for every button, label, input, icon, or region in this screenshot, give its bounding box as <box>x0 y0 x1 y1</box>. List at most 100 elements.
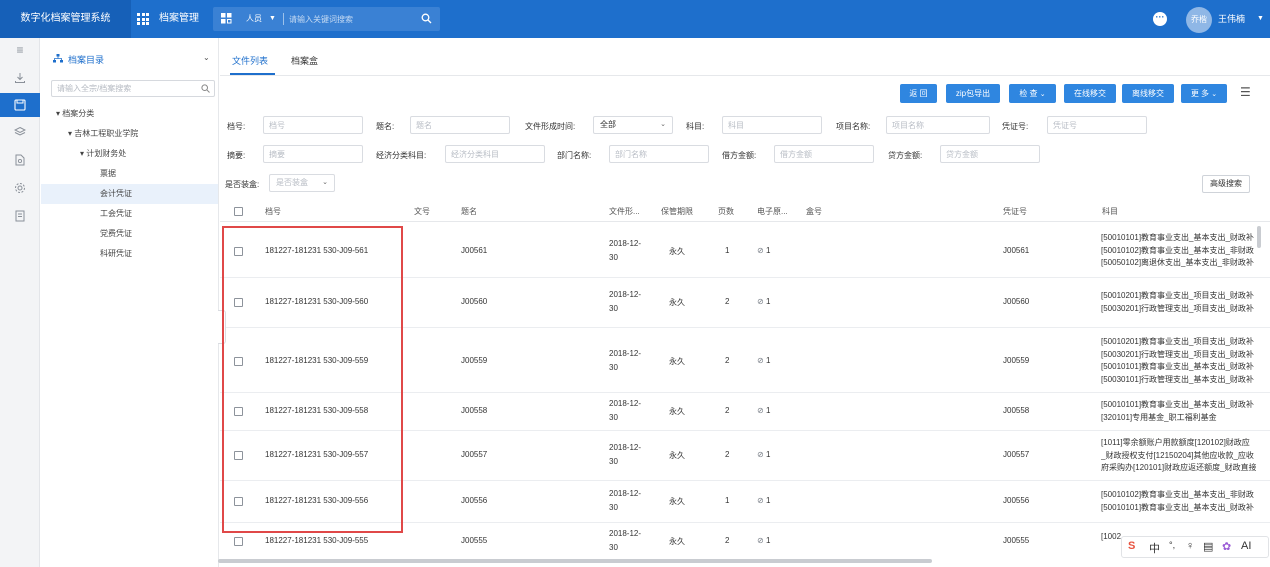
credit-amount-field[interactable] <box>940 145 1040 163</box>
debit-amount-field[interactable] <box>774 145 874 163</box>
tree-node-party-fee-voucher[interactable]: 党费凭证 <box>100 224 132 244</box>
col-doc-no[interactable]: 档号 <box>265 202 281 222</box>
col-retention[interactable]: 保管期限 <box>661 202 693 222</box>
tree-node-college[interactable]: ▾ 吉林工程职业学院 <box>68 124 138 144</box>
row-checkbox[interactable] <box>234 298 243 307</box>
table-row[interactable]: 181227-181231 530-J09-561 J00561 2018-12… <box>220 223 1270 278</box>
col-subject[interactable]: 科目 <box>1102 202 1118 222</box>
col-pages[interactable]: 页数 <box>718 202 734 222</box>
online-transfer-button[interactable]: 在线移交 <box>1064 84 1116 103</box>
attachment-link-icon[interactable]: ⊘ <box>757 246 764 255</box>
panel-splitter-handle[interactable] <box>218 310 226 344</box>
cell-attachment-count: 1 <box>766 406 771 415</box>
skin-icon[interactable]: ✿ <box>1222 540 1231 553</box>
tree-node-accounting-voucher[interactable]: 会计凭证 <box>41 184 218 204</box>
subject-field[interactable] <box>722 116 822 134</box>
doc-no-field[interactable] <box>263 116 363 134</box>
table-row[interactable]: 181227-181231 530-J09-557 J00557 2018-12… <box>220 431 1270 481</box>
tab-archive-box[interactable]: 档案盒 <box>291 54 318 67</box>
table-row[interactable]: 181227-181231 530-J09-559 J00559 2018-12… <box>220 328 1270 393</box>
download-icon[interactable] <box>0 66 40 90</box>
zip-export-button[interactable]: zip包导出 <box>946 84 1000 103</box>
ai-icon[interactable]: AI <box>1241 540 1251 552</box>
return-button[interactable]: 返 回 <box>900 84 937 103</box>
row-checkbox[interactable] <box>234 357 243 366</box>
offline-transfer-button[interactable]: 离线移交 <box>1122 84 1174 103</box>
col-box-no[interactable]: 盒号 <box>806 202 822 222</box>
ime-punctuation-icon[interactable]: °, <box>1169 540 1175 550</box>
attachment-link-icon[interactable]: ⊘ <box>757 536 764 545</box>
archive-save-icon[interactable] <box>0 93 40 117</box>
horizontal-scrollbar[interactable] <box>218 559 932 563</box>
message-icon[interactable]: ··· <box>1153 12 1167 26</box>
advanced-search-button[interactable]: 高级搜索 <box>1202 175 1250 193</box>
chevron-down-icon[interactable]: ⌄ <box>203 53 210 62</box>
col-voucher[interactable]: 凭证号 <box>1003 202 1027 222</box>
tree-node-union-voucher[interactable]: 工会凭证 <box>100 204 132 224</box>
menu-toggle-icon[interactable]: ≡ <box>0 38 40 62</box>
summary-field[interactable] <box>263 145 363 163</box>
tree-node-archive-category[interactable]: ▾ 档案分类 <box>56 104 94 124</box>
attachment-link-icon[interactable]: ⊘ <box>757 297 764 306</box>
attachment-link-icon[interactable]: ⊘ <box>757 406 764 415</box>
keyboard-icon[interactable]: ▤ <box>1203 540 1213 553</box>
form-time-select[interactable]: 全部 ⌄ <box>593 116 673 134</box>
more-button[interactable]: 更 多 ⌄ <box>1181 84 1227 103</box>
row-checkbox[interactable] <box>234 407 243 416</box>
title-field[interactable] <box>410 116 510 134</box>
settings-gear-icon[interactable] <box>0 176 40 200</box>
layers-icon[interactable] <box>0 120 40 144</box>
check-button[interactable]: 检 查 ⌄ <box>1009 84 1056 103</box>
search-scope-select[interactable]: 人员 <box>246 7 262 31</box>
row-checkbox[interactable] <box>234 247 243 256</box>
subject-line: [50010102]教育事业支出_基本支出_非财政 <box>1101 245 1254 255</box>
microphone-icon[interactable]: ♀ <box>1186 540 1194 552</box>
tree-node-bills[interactable]: 票据 <box>100 164 116 184</box>
subject-line: 府采购办[120101]财政应返还额度_财政直接 <box>1101 463 1256 472</box>
table-row[interactable]: 181227-181231 530-J09-560 J00560 2018-12… <box>220 278 1270 328</box>
tree-node-label: 党费凭证 <box>100 229 132 238</box>
menu-archive-management[interactable]: 档案管理 <box>137 0 199 38</box>
document-list-icon[interactable] <box>0 204 40 228</box>
ime-logo-icon[interactable]: S <box>1128 540 1135 552</box>
col-title[interactable]: 题名 <box>461 202 477 222</box>
ime-mode-toggle[interactable]: 中 <box>1149 540 1160 556</box>
tree-search-input[interactable] <box>57 82 192 95</box>
search-icon[interactable] <box>201 84 210 93</box>
attachment-link-icon[interactable]: ⊘ <box>757 450 764 459</box>
table-row[interactable]: 181227-181231 530-J09-558 J00558 2018-12… <box>220 393 1270 431</box>
col-electronic[interactable]: 电子原... <box>757 202 788 222</box>
table-row[interactable]: 181227-181231 530-J09-556 J00556 2018-12… <box>220 481 1270 523</box>
col-file-no[interactable]: 文号 <box>414 202 430 222</box>
avatar[interactable]: 乔楷 <box>1186 7 1212 33</box>
chevron-down-icon[interactable]: ▼ <box>1257 0 1264 38</box>
row-checkbox[interactable] <box>234 451 243 460</box>
attachment-link-icon[interactable]: ⊘ <box>757 496 764 505</box>
col-form-date[interactable]: 文件形... <box>609 202 640 222</box>
tree-node-research-voucher[interactable]: 科研凭证 <box>100 244 132 264</box>
cell-title: J00561 <box>461 246 488 255</box>
list-view-icon[interactable]: ☰ <box>1240 86 1251 98</box>
cell-date-line1: 2018-12- <box>609 290 642 299</box>
global-search-input[interactable] <box>289 11 414 27</box>
cell-voucher: J00556 <box>1003 496 1030 505</box>
department-field[interactable] <box>609 145 709 163</box>
tab-file-list[interactable]: 文件列表 <box>232 54 268 67</box>
table-row[interactable]: 181227-181231 530-J09-555 J00555 2018-12… <box>220 523 1270 563</box>
project-name-field[interactable] <box>886 116 990 134</box>
search-icon[interactable] <box>421 13 432 24</box>
vertical-scrollbar[interactable] <box>1257 226 1261 248</box>
row-checkbox[interactable] <box>234 537 243 546</box>
tree-title: 档案目录 <box>68 55 105 65</box>
tree-node-finance-office[interactable]: ▾ 计划财务处 <box>80 144 126 164</box>
econ-category-field[interactable] <box>445 145 545 163</box>
row-checkbox[interactable] <box>234 497 243 506</box>
username[interactable]: 王伟楠 <box>1218 0 1245 38</box>
voucher-no-field[interactable] <box>1047 116 1147 134</box>
select-all-checkbox[interactable] <box>234 207 243 216</box>
document-search-icon[interactable] <box>0 148 40 172</box>
attachment-link-icon[interactable]: ⊘ <box>757 356 764 365</box>
boxed-select[interactable]: 是否装盒 ⌄ <box>269 174 335 192</box>
filter-label-doc-no: 档号: <box>227 122 246 131</box>
chevron-down-icon[interactable]: ▼ <box>269 7 276 31</box>
